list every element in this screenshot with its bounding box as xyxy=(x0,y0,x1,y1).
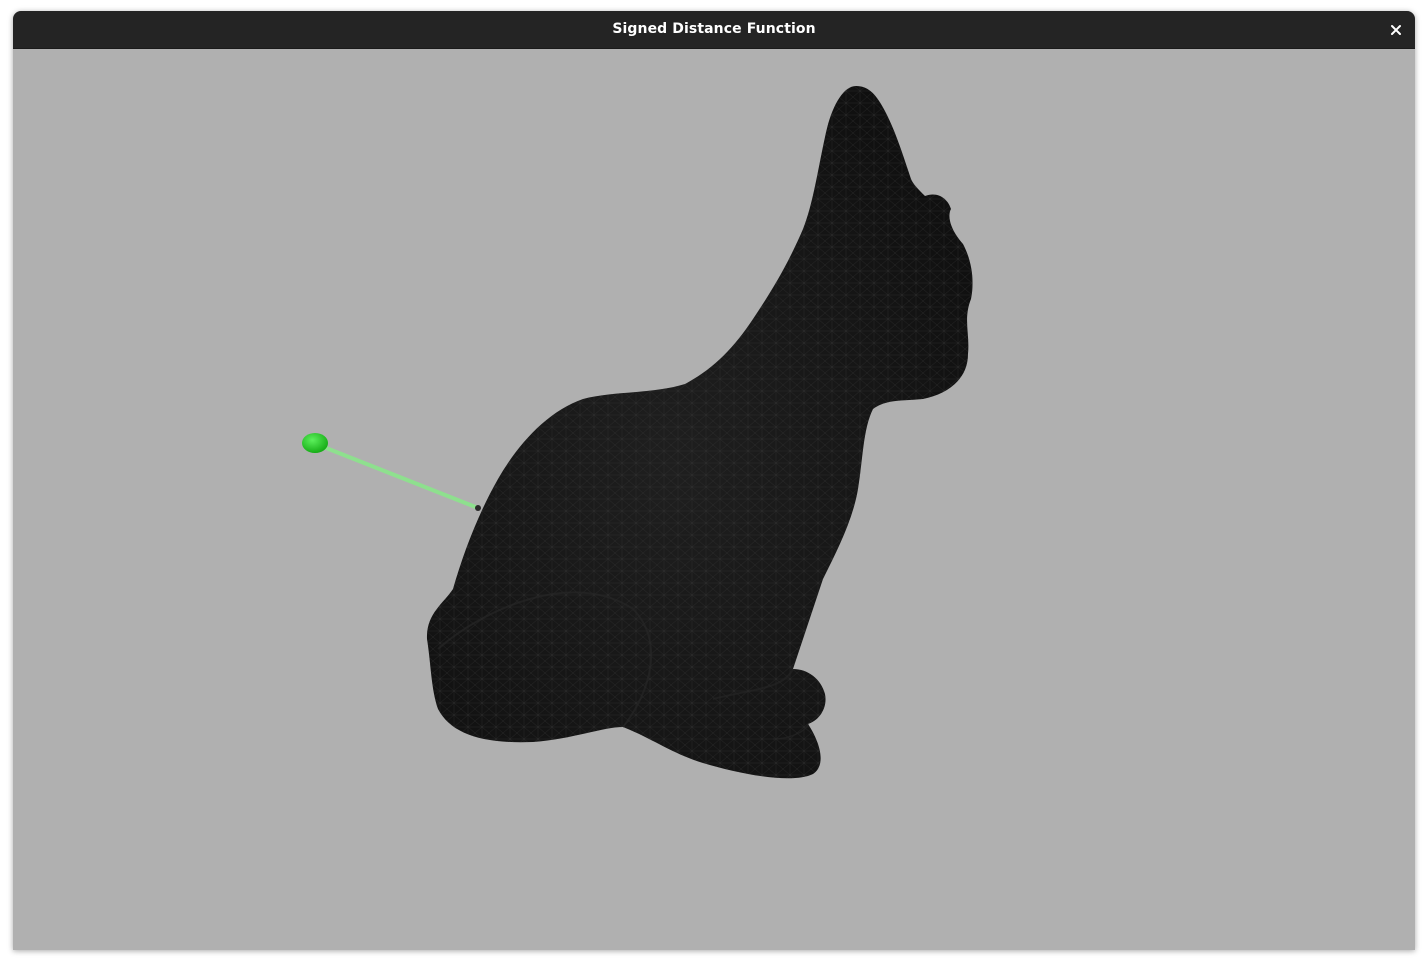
title-bar[interactable]: Signed Distance Function xyxy=(13,11,1415,49)
close-button[interactable] xyxy=(1385,19,1407,41)
3d-viewport[interactable] xyxy=(13,49,1415,950)
scene-canvas xyxy=(302,86,973,779)
distance-line xyxy=(314,442,480,510)
green-sphere-icon[interactable] xyxy=(302,433,328,453)
cat-mesh[interactable] xyxy=(426,86,973,779)
app-window: Signed Distance Function xyxy=(13,11,1415,950)
close-icon xyxy=(1391,25,1401,35)
window-title: Signed Distance Function xyxy=(612,21,816,37)
surface-closest-point xyxy=(475,505,481,511)
